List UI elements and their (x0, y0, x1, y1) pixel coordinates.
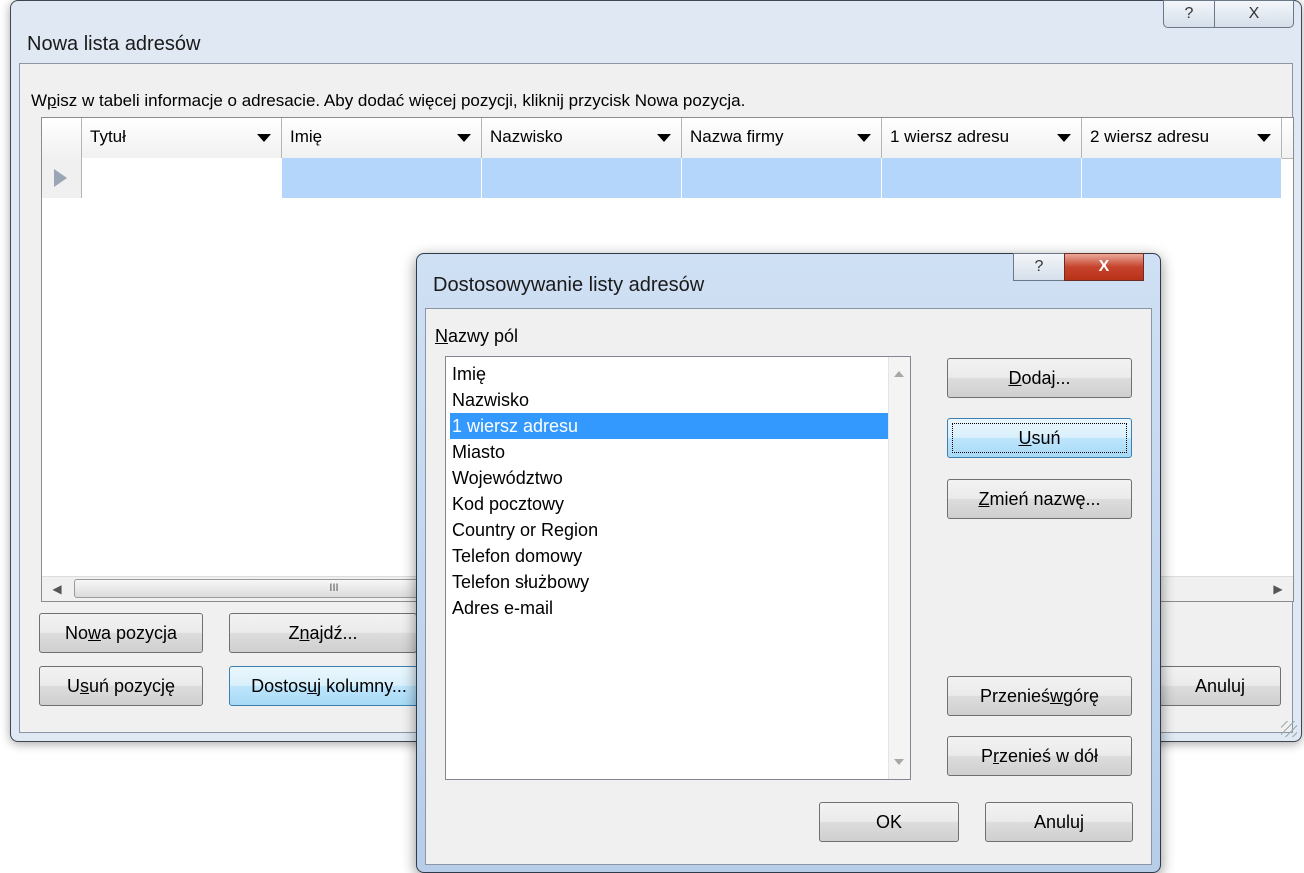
field-names-listbox[interactable]: Imię Nazwisko 1 wiersz adresu Miasto Wojewód… (445, 356, 911, 780)
dialog-help-button[interactable]: ? (1013, 253, 1065, 281)
dropdown-arrow-icon[interactable] (457, 134, 471, 142)
table-row[interactable] (42, 158, 1293, 198)
list-item[interactable]: Adres e-mail (450, 595, 890, 621)
move-down-button[interactable]: Pr zenieś w dół (947, 736, 1132, 776)
column-header-address-line-2[interactable]: 2 wiersz adresu (1082, 118, 1282, 158)
find-button[interactable]: Zn ajdź... (229, 613, 417, 653)
dropdown-arrow-icon[interactable] (657, 134, 671, 142)
delete-entry-button[interactable]: Us uń pozycję (39, 666, 203, 706)
table-cell-last-name[interactable] (482, 158, 682, 198)
resize-grip-icon[interactable] (1281, 721, 1297, 737)
help-icon: ? (1034, 258, 1044, 275)
list-item[interactable]: Miasto (450, 439, 890, 465)
column-header-first-name[interactable]: Imię (282, 118, 482, 158)
table-cell-title[interactable] (82, 158, 282, 198)
dialog-close-button[interactable]: X (1064, 253, 1144, 281)
instruction-text: Wpisz w tabeli informacje o adresacie. A… (31, 91, 746, 110)
close-button[interactable]: X (1214, 0, 1294, 28)
add-field-button[interactable]: Dodaj... (947, 358, 1132, 398)
current-row-pointer-icon (54, 169, 67, 187)
list-item[interactable]: Nazwisko (450, 387, 890, 413)
scroll-up-icon[interactable] (894, 371, 904, 377)
dialog-cancel-button[interactable]: Anuluj (985, 802, 1133, 842)
column-header-company[interactable]: Nazwa firmy (682, 118, 882, 158)
ok-button[interactable]: OK (819, 802, 959, 842)
scroll-down-icon[interactable] (894, 759, 904, 765)
list-item[interactable]: Imię (450, 361, 890, 387)
column-header-last-name[interactable]: Nazwisko (482, 118, 682, 158)
column-header-address-line-1[interactable]: 1 wiersz adresu (882, 118, 1082, 158)
table-corner (42, 118, 82, 158)
list-item[interactable]: Telefon służbowy (450, 569, 890, 595)
list-item[interactable]: Kod pocztowy (450, 491, 890, 517)
list-item[interactable]: 1 wiersz adresu (450, 413, 890, 439)
new-entry-button[interactable]: No w a pozycja (39, 613, 203, 653)
close-icon: X (1248, 5, 1260, 22)
delete-field-button[interactable]: Usuń (947, 418, 1132, 458)
list-item[interactable]: Telefon domowy (450, 543, 890, 569)
field-list: Imię Nazwisko 1 wiersz adresu Miasto Wojewód… (450, 361, 890, 621)
help-icon: ? (1184, 5, 1194, 22)
scroll-left-icon[interactable]: ◀ (44, 579, 70, 599)
field-names-label: Nazwy pól (435, 326, 519, 346)
table-cell-first-name[interactable] (282, 158, 482, 198)
move-up-button[interactable]: Przenieś w górę (947, 676, 1132, 716)
help-button[interactable]: ? (1163, 0, 1215, 28)
row-header[interactable] (42, 158, 82, 198)
table-cell-company[interactable] (682, 158, 882, 198)
customize-columns-button[interactable]: Dostos u j kolumny... (229, 666, 429, 706)
table-cell-address-line-2[interactable] (1082, 158, 1282, 198)
vertical-scrollbar[interactable] (888, 357, 910, 779)
dropdown-arrow-icon[interactable] (1257, 134, 1271, 142)
window-title: Nowa lista adresów (27, 33, 201, 55)
rename-field-button[interactable]: Zmień nazwę... (947, 479, 1132, 519)
list-item[interactable]: Country or Region (450, 517, 890, 543)
table-cell-address-line-1[interactable] (882, 158, 1082, 198)
list-item[interactable]: Województwo (450, 465, 890, 491)
dropdown-arrow-icon[interactable] (1057, 134, 1071, 142)
table-header: Tytuł Imię Nazwisko Nazwa firmy 1 wiersz… (42, 118, 1293, 159)
dialog-title: Dostosowywanie listy adresów (433, 274, 705, 296)
cancel-button[interactable]: Anuluj (1159, 666, 1281, 706)
scroll-right-icon[interactable]: ▶ (1265, 579, 1291, 599)
dropdown-arrow-icon[interactable] (257, 134, 271, 142)
close-icon: X (1098, 258, 1110, 275)
dropdown-arrow-icon[interactable] (857, 134, 871, 142)
customize-address-list-dialog: ? X Dostosowywanie listy adresów Nazwy p… (416, 253, 1161, 873)
column-header-title[interactable]: Tytuł (82, 118, 282, 158)
